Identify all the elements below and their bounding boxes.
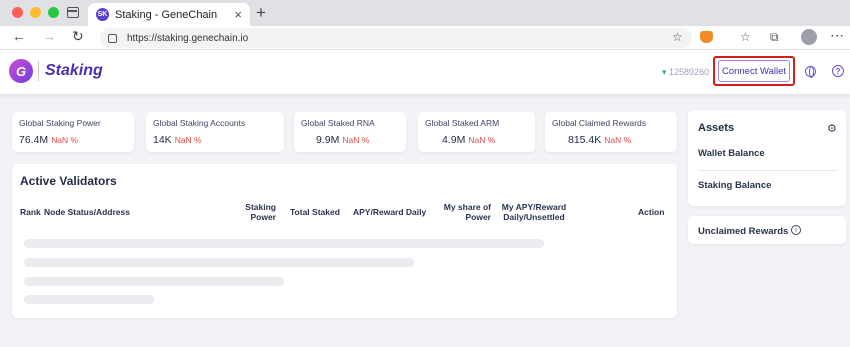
genechain-logo-icon: G [9,59,33,83]
stat-label: Global Staked RNA [301,118,375,128]
col-my-apy: My APY/Reward Daily/Unsettled [501,202,567,222]
minimize-window-button[interactable] [30,7,41,18]
logo-divider [38,61,39,81]
profile-avatar[interactable] [801,29,817,45]
gear-icon[interactable]: ⚙ [827,122,837,135]
new-tab-icon[interactable]: + [256,3,266,23]
forward-arrow-icon[interactable]: → [42,28,56,44]
close-window-button[interactable] [12,7,23,18]
close-tab-icon[interactable]: × [234,7,242,22]
stat-value: 4.9M NaN % [442,134,496,146]
stat-value: 76.4M NaN % [19,134,79,146]
loading-skeleton [24,295,154,304]
window-controls [12,7,59,18]
col-apy-reward: APY/Reward Daily [353,207,427,217]
col-total-staked: Total Staked [290,207,340,217]
stat-value: 9.9M NaN % [316,134,370,146]
brand-title: Staking [45,62,103,79]
browser-tab-bar: SK Staking - GeneChain × + [0,0,850,26]
collections-icon[interactable]: ⧉ [770,30,779,45]
browser-nav-bar: ← → ↻ https://staking.genechain.io ☆ ☆ ⧉… [0,26,850,50]
info-icon[interactable]: i [791,225,801,235]
reload-icon[interactable]: ↻ [72,28,84,45]
stat-label: Global Staking Accounts [153,118,246,128]
loading-skeleton [24,258,414,267]
stat-label: Global Claimed Rewards [552,118,647,128]
validators-title: Active Validators [20,174,117,188]
metamask-extension-icon[interactable] [700,31,713,43]
active-validators-panel: Active Validators Rank Node Status/Addre… [12,164,677,318]
col-my-share: My share of Power [443,202,491,222]
staking-balance-label: Staking Balance [698,180,772,191]
stat-label: Global Staked ARM [425,118,500,128]
loading-skeleton [24,239,544,248]
col-rank: Rank [20,207,41,217]
tab-overview-icon[interactable] [67,7,79,18]
app-header: G Staking 12589260 Connect Wallet ? [0,50,850,94]
stat-value: 815.4K NaN % [568,134,632,146]
block-number: 12589260 [662,67,709,78]
col-action: Action [638,207,665,217]
col-staking-power: Staking Power [245,202,276,222]
connect-wallet-button[interactable]: Connect Wallet [718,60,790,82]
favorites-icon[interactable]: ☆ [740,30,751,44]
stat-label: Global Staking Power [19,118,101,128]
stat-card-staked-arm: Global Staked ARM 4.9M NaN % [418,112,535,152]
unclaimed-rewards-label: Unclaimed Rewards [698,226,789,237]
tab-title: Staking - GeneChain [115,8,218,21]
stat-card-claimed-rewards: Global Claimed Rewards 815.4K NaN % [545,112,677,152]
maximize-window-button[interactable] [48,7,59,18]
help-icon[interactable]: ? [832,65,844,77]
more-menu-icon[interactable]: ⋯ [830,27,844,44]
loading-skeleton [24,277,284,286]
language-globe-icon[interactable] [805,66,816,78]
wallet-balance-label: Wallet Balance [698,148,765,159]
tab-favicon-icon: SK [96,8,109,21]
lock-icon [108,33,117,43]
assets-panel: Assets ⚙ Wallet Balance Staking Balance [688,110,846,206]
stat-card-staking-power: Global Staking Power 76.4M NaN % [12,112,134,152]
stat-card-staked-rna: Global Staked RNA 9.9M NaN % [294,112,406,152]
browser-tab[interactable]: SK Staking - GeneChain × [88,3,250,26]
stat-card-staking-accounts: Global Staking Accounts 14K NaN % [146,112,284,152]
assets-divider [698,170,838,171]
assets-title: Assets [698,122,735,134]
unclaimed-rewards-panel: Unclaimed Rewards i [688,216,846,244]
col-node-status: Node Status/Address [44,207,130,217]
url-text: https://staking.genechain.io [127,32,249,44]
stat-value: 14K NaN % [153,134,202,146]
bookmark-star-icon[interactable]: ☆ [672,30,683,44]
back-arrow-icon[interactable]: ← [12,28,26,44]
address-bar[interactable]: https://staking.genechain.io [100,28,692,48]
